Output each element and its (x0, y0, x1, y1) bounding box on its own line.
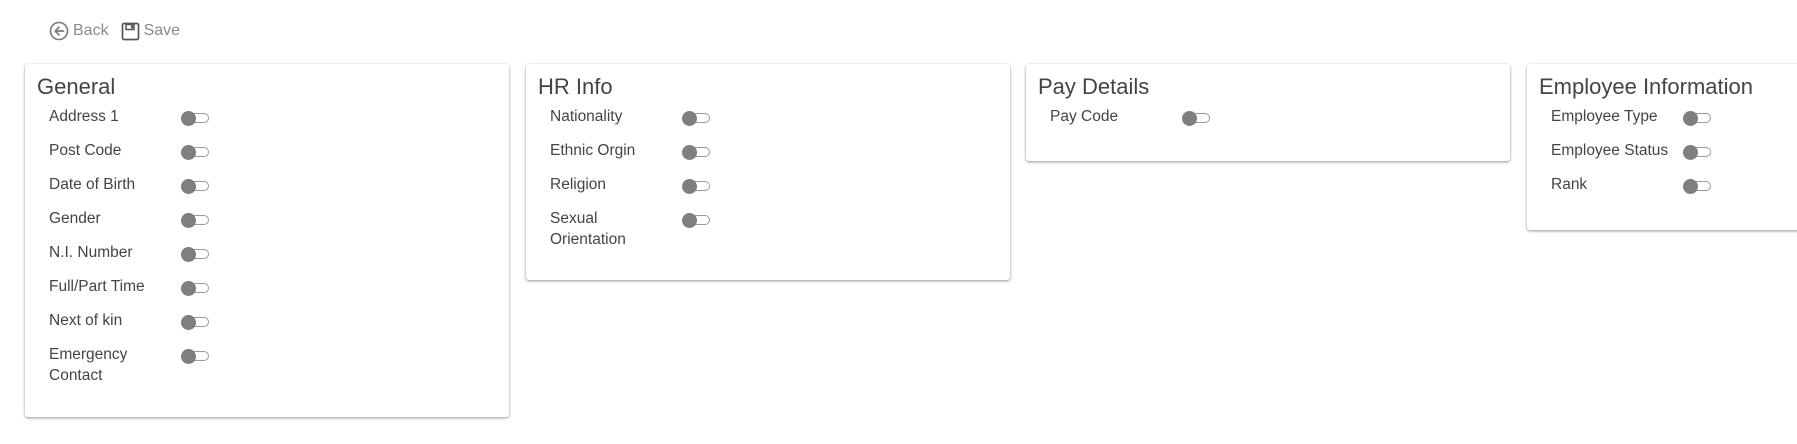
card-title: Employee Information (1539, 74, 1753, 99)
toggle-switch[interactable] (181, 145, 211, 160)
toggle-switch[interactable] (181, 281, 211, 296)
back-button[interactable]: Back (49, 21, 109, 41)
field-label: Rank (1551, 176, 1588, 193)
toggle-switch[interactable] (181, 213, 211, 228)
toggle-switch[interactable] (682, 179, 712, 194)
field-row: Employee Status (1539, 140, 1797, 174)
toggle-switch[interactable] (181, 349, 211, 364)
field-row: Nationality (538, 106, 998, 140)
card-employee-information: Employee Information Employee Type Emplo… (1527, 64, 1797, 230)
toggle-switch[interactable] (1683, 145, 1713, 160)
floppy-disk-icon (121, 22, 140, 41)
field-label: Next of kin (49, 312, 123, 329)
field-label: Pay Code (1050, 108, 1119, 125)
field-label: Emergency Contact (49, 346, 128, 384)
field-row: N.I. Number (37, 242, 497, 276)
toolbar: Back Save (49, 21, 180, 41)
toggle-switch[interactable] (181, 111, 211, 126)
toggle-switch[interactable] (1683, 111, 1713, 126)
toggle-switch[interactable] (181, 315, 211, 330)
save-button[interactable]: Save (121, 22, 180, 41)
toggle-switch[interactable] (682, 145, 712, 160)
field-label: N.I. Number (49, 244, 133, 261)
field-row: Address 1 (37, 106, 497, 140)
field-row: Rank (1539, 174, 1797, 208)
field-row: Emergency Contact (37, 344, 497, 386)
card-pay-details: Pay Details Pay Code (1026, 64, 1510, 161)
card-general: General Address 1 Post Code Date of Birt… (25, 64, 509, 417)
card-title: General (37, 74, 116, 99)
settings-page: Back Save General Address 1 Post Code Da… (0, 0, 1797, 444)
toggle-switch[interactable] (181, 179, 211, 194)
toggle-switch[interactable] (682, 111, 712, 126)
field-label: Employee Type (1551, 108, 1658, 125)
field-label: Religion (550, 176, 607, 193)
toggle-switch[interactable] (682, 213, 712, 228)
field-row: Religion (538, 174, 998, 208)
field-label: Sexual Orientation (550, 210, 626, 248)
field-row: Gender (37, 208, 497, 242)
field-label: Date of Birth (49, 176, 136, 193)
field-row: Ethnic Orgin (538, 140, 998, 174)
field-label: Gender (49, 210, 101, 227)
field-label: Nationality (550, 108, 623, 125)
toggle-switch[interactable] (1683, 179, 1713, 194)
toggle-switch[interactable] (181, 247, 211, 262)
field-row: Next of kin (37, 310, 497, 344)
card-hr-info: HR Info Nationality Ethnic Orgin Religio… (526, 64, 1010, 280)
field-row: Post Code (37, 140, 497, 174)
field-label: Employee Status (1551, 142, 1669, 159)
field-row: Employee Type (1539, 106, 1797, 140)
toggle-switch[interactable] (1182, 111, 1212, 126)
back-button-label: Back (73, 22, 109, 39)
field-row: Full/Part Time (37, 276, 497, 310)
field-label: Address 1 (49, 108, 119, 125)
card-title: HR Info (538, 74, 613, 99)
field-label: Ethnic Orgin (550, 142, 636, 159)
back-arrow-circle-icon (49, 21, 69, 41)
save-button-label: Save (143, 22, 181, 39)
field-label: Full/Part Time (49, 278, 145, 295)
card-title: Pay Details (1038, 74, 1150, 99)
field-row: Pay Code (1038, 106, 1498, 140)
field-row: Date of Birth (37, 174, 497, 208)
field-label: Post Code (49, 142, 122, 159)
field-row: Sexual Orientation (538, 208, 998, 250)
